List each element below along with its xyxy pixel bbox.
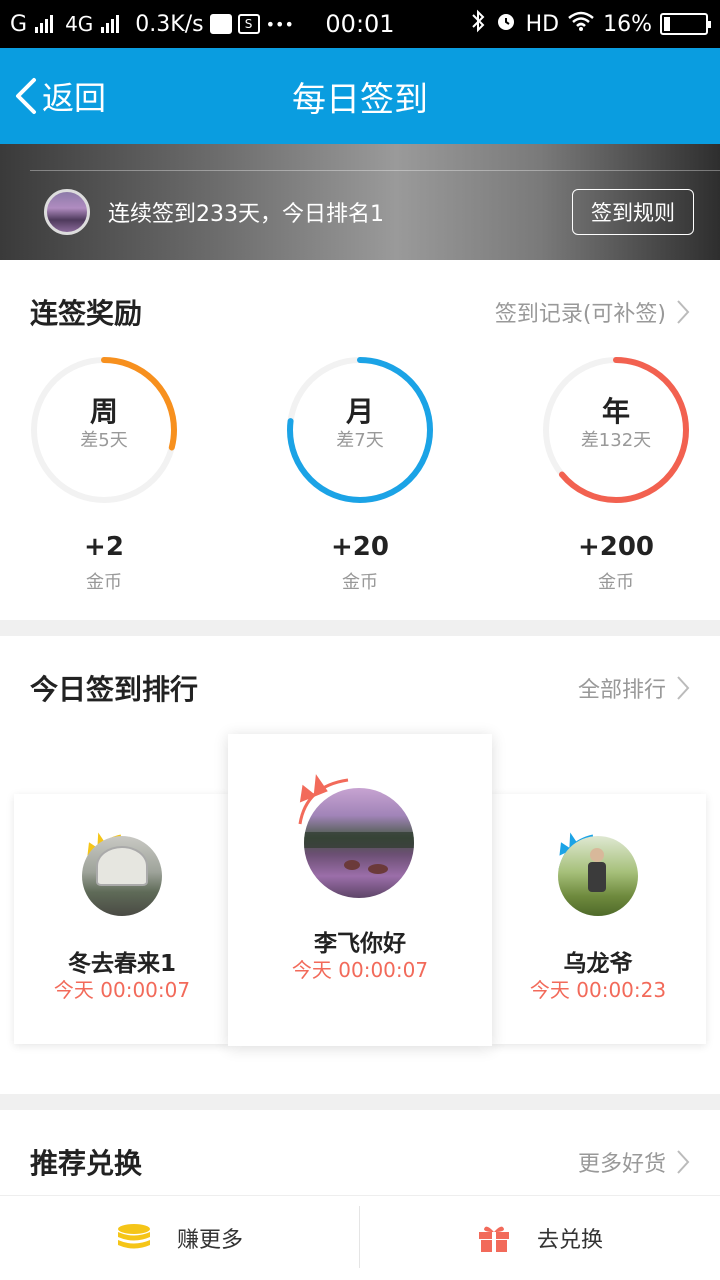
more-notifications-icon: •••: [265, 14, 294, 34]
signal-icon-2: [101, 15, 120, 33]
chevron-right-icon: [677, 300, 690, 324]
reward-unit: 金币: [598, 572, 634, 593]
chevron-left-icon: [16, 78, 36, 114]
coin-stack-icon: [117, 1224, 150, 1249]
streak-rewards-title: 连签奖励: [30, 297, 143, 330]
earn-more-label: 赚更多: [176, 1228, 243, 1253]
back-button[interactable]: 返回: [12, 48, 106, 144]
chevron-right-icon: [677, 1150, 690, 1174]
rank-name: 冬去春来1: [67, 951, 176, 977]
reward-value: +200: [577, 532, 655, 562]
page-title: 每日签到: [292, 79, 428, 120]
avatar[interactable]: [44, 189, 90, 235]
checkin-record-link[interactable]: 签到记录(可补签): [495, 296, 690, 328]
progress-ring-year: 年差132天: [540, 354, 692, 506]
alarm-icon: [494, 9, 518, 39]
ring-label: 周: [89, 395, 118, 428]
bluetooth-icon: [470, 9, 486, 39]
rank-name: 乌龙爷: [563, 951, 633, 977]
hd-label: HD: [525, 11, 560, 37]
avatar: [304, 788, 414, 898]
ring-remaining: 差132天: [580, 430, 652, 451]
exchange-button[interactable]: 去兑换: [360, 1196, 720, 1280]
rank-card-1[interactable]: 李飞你好 今天 00:00:07: [228, 734, 492, 1046]
section-divider: [0, 620, 720, 636]
all-ranking-link[interactable]: 全部排行: [578, 672, 690, 704]
reward-unit: 金币: [86, 572, 122, 593]
reward-value: +2: [84, 532, 124, 562]
carrier-label: G: [10, 11, 28, 37]
rank-card-3[interactable]: 乌龙爷 今天 00:00:23: [490, 794, 706, 1044]
more-goods-label: 更多好货: [577, 1152, 666, 1177]
ranking-title: 今日签到排行: [30, 673, 199, 706]
signal-icon: [35, 15, 54, 33]
wifi-icon: [567, 10, 595, 38]
ring-label: 月: [345, 395, 374, 428]
section-divider: [0, 1094, 720, 1110]
progress-ring-month: 月差7天: [284, 354, 436, 506]
rank-name: 李飞你好: [314, 931, 406, 957]
title-bar: 返回 每日签到: [0, 48, 720, 144]
sim-badge-icon: S: [237, 14, 260, 34]
rank-time: 今天 00:00:23: [529, 978, 667, 1002]
ring-remaining: 差7天: [336, 430, 384, 451]
notification-icon: [209, 14, 232, 34]
all-ranking-label: 全部排行: [577, 678, 666, 703]
network-speed: 0.3K/s: [135, 11, 204, 37]
ring-remaining: 差5天: [80, 430, 128, 451]
checkin-record-label: 签到记录(可补签): [494, 302, 666, 327]
reward-unit: 金币: [342, 572, 378, 593]
status-bar: G 4G 0.3K/s S ••• 00:01 HD 16%: [0, 0, 720, 48]
battery-icon: [660, 13, 711, 35]
rank-time: 今天 00:00:07: [291, 958, 429, 982]
ring-label: 年: [601, 395, 630, 428]
battery-percent: 16%: [603, 11, 652, 37]
streak-text: 连续签到233天，今日排名1: [108, 202, 384, 227]
checkin-banner: 连续签到233天，今日排名1 签到规则: [0, 144, 720, 260]
exchange-label: 去兑换: [536, 1228, 603, 1253]
chevron-right-icon: [677, 676, 690, 700]
more-goods-link[interactable]: 更多好货: [578, 1146, 690, 1178]
bottom-bar: 赚更多 去兑换: [0, 1196, 720, 1280]
reward-value: +20: [331, 532, 389, 562]
network-type: 4G: [65, 12, 94, 36]
earn-more-button[interactable]: 赚更多: [0, 1196, 360, 1280]
avatar: [558, 836, 638, 916]
rank-card-2[interactable]: 冬去春来1 今天 00:00:07: [14, 794, 230, 1044]
rules-button[interactable]: 签到规则: [572, 189, 694, 235]
back-label: 返回: [42, 79, 107, 117]
gift-icon: [478, 1226, 509, 1252]
rank-time: 今天 00:00:07: [53, 978, 191, 1002]
avatar: [82, 836, 162, 916]
recommend-title: 推荐兑换: [30, 1147, 143, 1180]
progress-ring-week: 周差5天: [28, 354, 180, 506]
